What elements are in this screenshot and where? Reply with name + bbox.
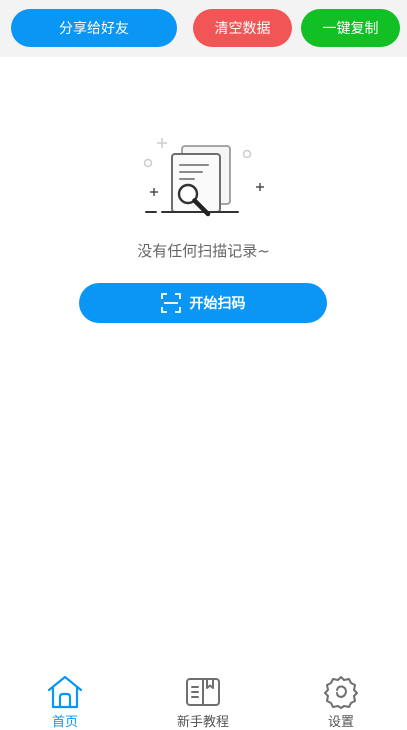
tab-home[interactable]: 首页 <box>15 674 115 730</box>
scan-frame-icon <box>160 293 181 313</box>
tab-settings-label: 设置 <box>327 715 354 730</box>
copy-all-button[interactable]: 一键复制 <box>301 9 400 47</box>
tab-tutorial[interactable]: 新手教程 <box>153 674 253 730</box>
app-root: 分享给好友 清空数据 一键复制 没有任何扫描记录~ 开始扫码 首页 新手教程 设… <box>0 0 407 730</box>
start-scan-button[interactable]: 开始扫码 <box>79 283 327 323</box>
top-toolbar: 分享给好友 清空数据 一键复制 <box>0 0 407 57</box>
home-icon <box>46 674 84 709</box>
tab-home-label: 首页 <box>51 715 78 730</box>
empty-records-illustration <box>140 136 268 220</box>
clear-data-button[interactable]: 清空数据 <box>193 9 292 47</box>
empty-records-message: 没有任何扫描记录~ <box>137 242 270 260</box>
book-icon <box>184 674 222 709</box>
start-scan-label: 开始扫码 <box>189 296 246 312</box>
tab-settings[interactable]: 设置 <box>291 674 391 730</box>
bottom-tab-bar: 首页 新手教程 设置 <box>0 666 407 730</box>
settings-gear-icon <box>322 674 360 709</box>
share-to-friends-button[interactable]: 分享给好友 <box>11 9 177 47</box>
tab-tutorial-label: 新手教程 <box>176 715 229 730</box>
